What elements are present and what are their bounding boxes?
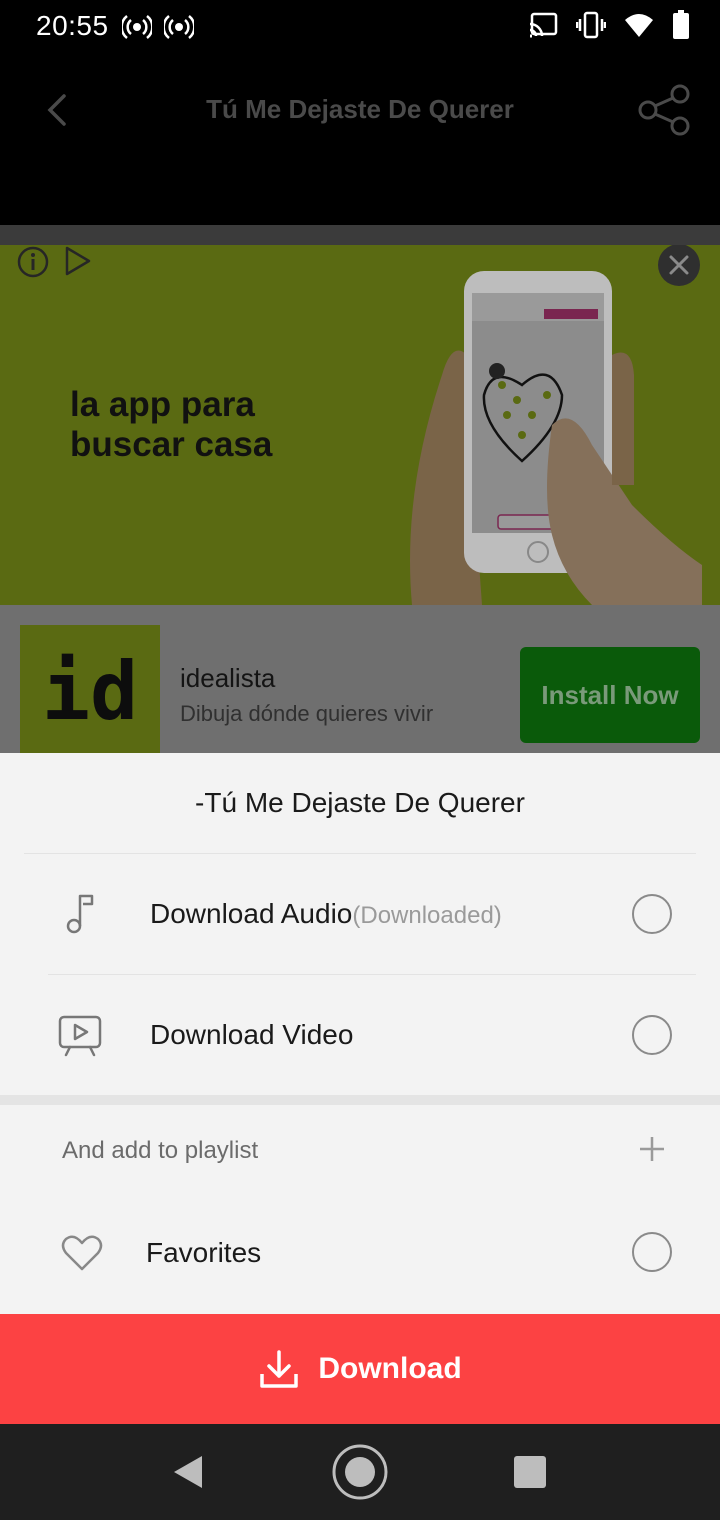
advertiser-name: idealista bbox=[180, 663, 276, 693]
ad-footer: id idealista Dibuja dónde quieres vivir … bbox=[0, 605, 720, 753]
add-to-playlist-label: And add to playlist bbox=[62, 1137, 259, 1164]
share-icon[interactable] bbox=[636, 82, 692, 138]
ad-top-strip bbox=[0, 225, 720, 245]
status-time: 20:55 bbox=[36, 10, 109, 41]
section-gap bbox=[0, 1095, 720, 1105]
download-audio-label: Download Audio(Downloaded) bbox=[150, 898, 502, 929]
page-title: Tú Me Dejaste De Querer bbox=[206, 94, 514, 124]
download-video-radio[interactable] bbox=[632, 1015, 672, 1055]
ad-choices-icon[interactable] bbox=[62, 245, 94, 277]
download-label: Download bbox=[318, 1352, 462, 1385]
battery-icon bbox=[673, 10, 689, 39]
download-video-label: Download Video bbox=[150, 1019, 354, 1050]
wifi-icon bbox=[625, 14, 653, 37]
video-screen-icon bbox=[58, 1015, 102, 1057]
radio-waves-icon bbox=[122, 15, 152, 39]
app-header: Tú Me Dejaste De Querer bbox=[0, 52, 720, 225]
favorites-label: Favorites bbox=[146, 1237, 262, 1268]
ad-headline: la app para buscar casa bbox=[70, 385, 273, 464]
sheet-title: -Tú Me Dejaste De Querer bbox=[195, 787, 525, 818]
download-icon bbox=[260, 1350, 299, 1388]
status-bar: 20:55 bbox=[0, 0, 720, 52]
vibrate-icon bbox=[576, 11, 606, 39]
radio-waves-icon bbox=[164, 15, 194, 39]
cast-icon bbox=[529, 12, 558, 38]
nav-back-icon[interactable] bbox=[170, 1454, 206, 1490]
advertiser-logo: id bbox=[20, 625, 160, 753]
playlist-item-favorites[interactable]: Favorites bbox=[0, 1193, 720, 1313]
download-video-option[interactable]: Download Video bbox=[0, 975, 720, 1095]
downloaded-status: (Downloaded) bbox=[352, 902, 502, 929]
advertiser-tagline: Dibuja dónde quieres vivir bbox=[180, 701, 434, 726]
phone-illustration bbox=[410, 271, 702, 605]
plus-icon[interactable] bbox=[636, 1133, 668, 1165]
nav-recent-icon[interactable] bbox=[514, 1456, 546, 1488]
favorites-radio[interactable] bbox=[632, 1232, 672, 1272]
heart-icon bbox=[61, 1235, 103, 1271]
advertiser-logo-text: id bbox=[41, 645, 139, 738]
download-button[interactable]: Download bbox=[0, 1314, 720, 1424]
ad-banner[interactable]: la app para buscar casa bbox=[0, 245, 720, 605]
download-audio-radio[interactable] bbox=[632, 894, 672, 934]
install-now-button[interactable]: Install Now bbox=[520, 647, 700, 743]
info-icon[interactable] bbox=[16, 245, 50, 279]
nav-home-icon[interactable] bbox=[330, 1442, 390, 1502]
system-nav-bar bbox=[0, 1424, 720, 1520]
download-audio-option[interactable]: Download Audio(Downloaded) bbox=[0, 854, 720, 974]
music-note-icon bbox=[66, 894, 94, 934]
